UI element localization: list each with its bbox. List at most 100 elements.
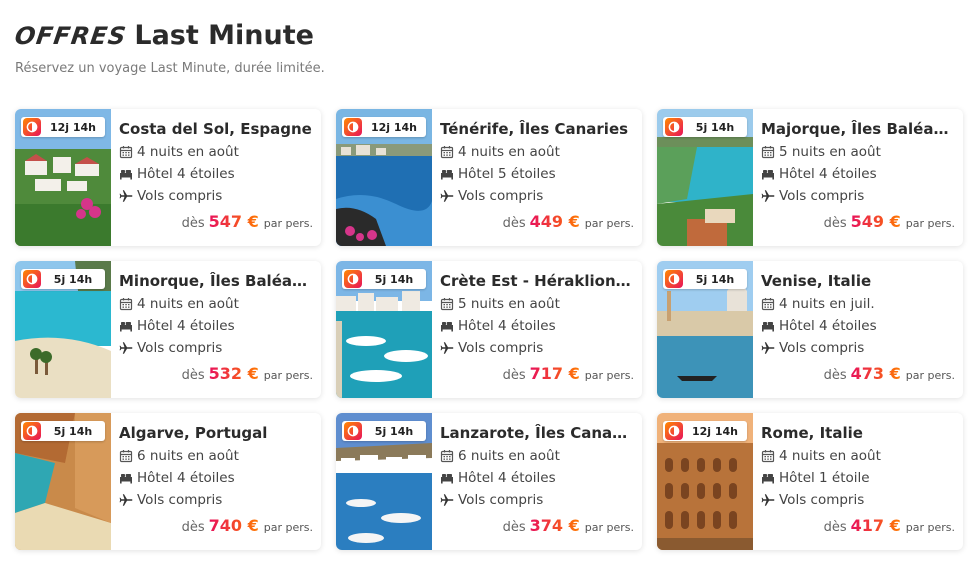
hotel-text: Hôtel 5 étoiles xyxy=(458,166,556,182)
plane-icon xyxy=(440,342,454,354)
price-prefix: dès xyxy=(823,216,847,231)
calendar-icon xyxy=(440,146,454,159)
nights-text: 5 nuits en août xyxy=(458,296,560,312)
offer-nights: 5 nuits en août xyxy=(440,296,634,312)
offer-price-row: dès 473 € par pers. xyxy=(824,364,955,383)
offer-flights: Vols compris xyxy=(440,188,634,204)
page-title: OFFRES Last Minute xyxy=(13,20,325,51)
price-suffix: par pers. xyxy=(905,217,955,230)
offer-image[interactable]: 12j 14h xyxy=(657,413,753,550)
flights-text: Vols compris xyxy=(458,492,544,508)
clock-icon xyxy=(344,270,362,288)
hotel-text: Hôtel 1 étoile xyxy=(779,470,870,486)
nights-text: 6 nuits en août xyxy=(137,448,239,464)
offer-flights: Vols compris xyxy=(119,340,313,356)
calendar-icon xyxy=(440,298,454,311)
offer-destination[interactable]: Minorque, Îles Baléares xyxy=(119,272,313,290)
page-header: OFFRES Last Minute Réservez un voyage La… xyxy=(13,20,325,76)
offer-nights: 4 nuits en juil. xyxy=(761,296,955,312)
nights-text: 5 nuits en août xyxy=(779,144,881,160)
price-suffix: par pers. xyxy=(584,369,634,382)
bed-icon xyxy=(120,170,132,180)
offer-price-row: dès 417 € par pers. xyxy=(824,516,955,535)
flights-text: Vols compris xyxy=(458,340,544,356)
price-suffix: par pers. xyxy=(584,217,634,230)
bed-icon xyxy=(120,474,132,484)
nights-text: 4 nuits en août xyxy=(458,144,560,160)
plane-icon xyxy=(761,494,775,506)
offer-image[interactable]: 5j 14h xyxy=(15,413,111,550)
offer-nights: 6 nuits en août xyxy=(440,448,634,464)
offer-card[interactable]: 5j 14h Lanzarote, Îles Canaries 6 nuits … xyxy=(336,413,642,550)
countdown-text: 5j 14h xyxy=(695,120,735,134)
offer-card[interactable]: 12j 14h Ténérife, Îles Canaries 4 nuits … xyxy=(336,109,642,246)
offer-card[interactable]: 5j 14h Minorque, Îles Baléares 4 nuits e… xyxy=(15,261,321,398)
hotel-text: Hôtel 4 étoiles xyxy=(137,166,235,182)
offer-hotel: Hôtel 4 étoiles xyxy=(440,318,634,334)
offer-card[interactable]: 12j 14h Rome, Italie 4 nuits en août Hôt… xyxy=(657,413,963,550)
offer-flights: Vols compris xyxy=(119,492,313,508)
price-suffix: par pers. xyxy=(905,521,955,534)
countdown-badge: 12j 14h xyxy=(663,421,747,441)
calendar-icon xyxy=(761,450,775,463)
clock-icon xyxy=(23,270,41,288)
countdown-badge: 5j 14h xyxy=(342,421,426,441)
offer-card[interactable]: 5j 14h Majorque, Îles Baléares 5 nuits e… xyxy=(657,109,963,246)
price-prefix: dès xyxy=(502,368,526,383)
countdown-text: 5j 14h xyxy=(53,272,93,286)
countdown-badge: 5j 14h xyxy=(342,269,426,289)
offer-image[interactable]: 12j 14h xyxy=(15,109,111,246)
offer-destination[interactable]: Algarve, Portugal xyxy=(119,424,313,442)
offer-image[interactable]: 5j 14h xyxy=(15,261,111,398)
offer-image[interactable]: 5j 14h xyxy=(657,261,753,398)
offer-hotel: Hôtel 4 étoiles xyxy=(119,470,313,486)
offer-destination[interactable]: Majorque, Îles Baléares xyxy=(761,120,955,138)
bed-icon xyxy=(762,474,774,484)
clock-icon xyxy=(344,422,362,440)
offer-flights: Vols compris xyxy=(761,492,955,508)
countdown-text: 12j 14h xyxy=(691,424,739,438)
offer-destination[interactable]: Venise, Italie xyxy=(761,272,955,290)
clock-icon xyxy=(665,270,683,288)
offer-price: 449 € xyxy=(529,212,580,231)
offer-card[interactable]: 5j 14h Venise, Italie 4 nuits en juil. H… xyxy=(657,261,963,398)
countdown-badge: 12j 14h xyxy=(342,117,426,137)
offer-price: 374 € xyxy=(529,516,580,535)
offer-card[interactable]: 12j 14h Costa del Sol, Espagne 4 nuits e… xyxy=(15,109,321,246)
offer-price-row: dès 547 € par pers. xyxy=(182,212,313,231)
offer-image[interactable]: 5j 14h xyxy=(336,261,432,398)
offer-hotel: Hôtel 4 étoiles xyxy=(119,166,313,182)
offer-image[interactable]: 5j 14h xyxy=(657,109,753,246)
hotel-text: Hôtel 4 étoiles xyxy=(458,470,556,486)
offer-destination[interactable]: Costa del Sol, Espagne xyxy=(119,120,313,138)
clock-icon xyxy=(344,118,362,136)
price-prefix: dès xyxy=(181,520,205,535)
offer-flights: Vols compris xyxy=(440,492,634,508)
calendar-icon xyxy=(761,146,775,159)
offer-destination[interactable]: Rome, Italie xyxy=(761,424,955,442)
price-prefix: dès xyxy=(823,368,847,383)
offer-price-row: dès 449 € par pers. xyxy=(503,212,634,231)
clock-icon xyxy=(665,422,683,440)
countdown-badge: 5j 14h xyxy=(663,117,747,137)
offer-price: 417 € xyxy=(850,516,901,535)
flights-text: Vols compris xyxy=(137,492,223,508)
countdown-badge: 5j 14h xyxy=(21,269,105,289)
offer-price: 740 € xyxy=(208,516,259,535)
clock-icon xyxy=(23,422,41,440)
offer-destination[interactable]: Ténérife, Îles Canaries xyxy=(440,120,634,138)
offer-nights: 4 nuits en août xyxy=(119,144,313,160)
offer-destination[interactable]: Crète Est - Héraklion, Île… xyxy=(440,272,634,290)
offer-card[interactable]: 5j 14h Crète Est - Héraklion, Île… 5 nui… xyxy=(336,261,642,398)
flights-text: Vols compris xyxy=(458,188,544,204)
title-main: Last Minute xyxy=(134,20,314,51)
flights-text: Vols compris xyxy=(137,340,223,356)
price-prefix: dès xyxy=(181,368,205,383)
offer-nights: 4 nuits en août xyxy=(761,448,955,464)
flights-text: Vols compris xyxy=(779,188,865,204)
offer-destination[interactable]: Lanzarote, Îles Canaries xyxy=(440,424,634,442)
offer-image[interactable]: 12j 14h xyxy=(336,109,432,246)
hotel-text: Hôtel 4 étoiles xyxy=(458,318,556,334)
offer-image[interactable]: 5j 14h xyxy=(336,413,432,550)
offer-card[interactable]: 5j 14h Algarve, Portugal 6 nuits en août… xyxy=(15,413,321,550)
